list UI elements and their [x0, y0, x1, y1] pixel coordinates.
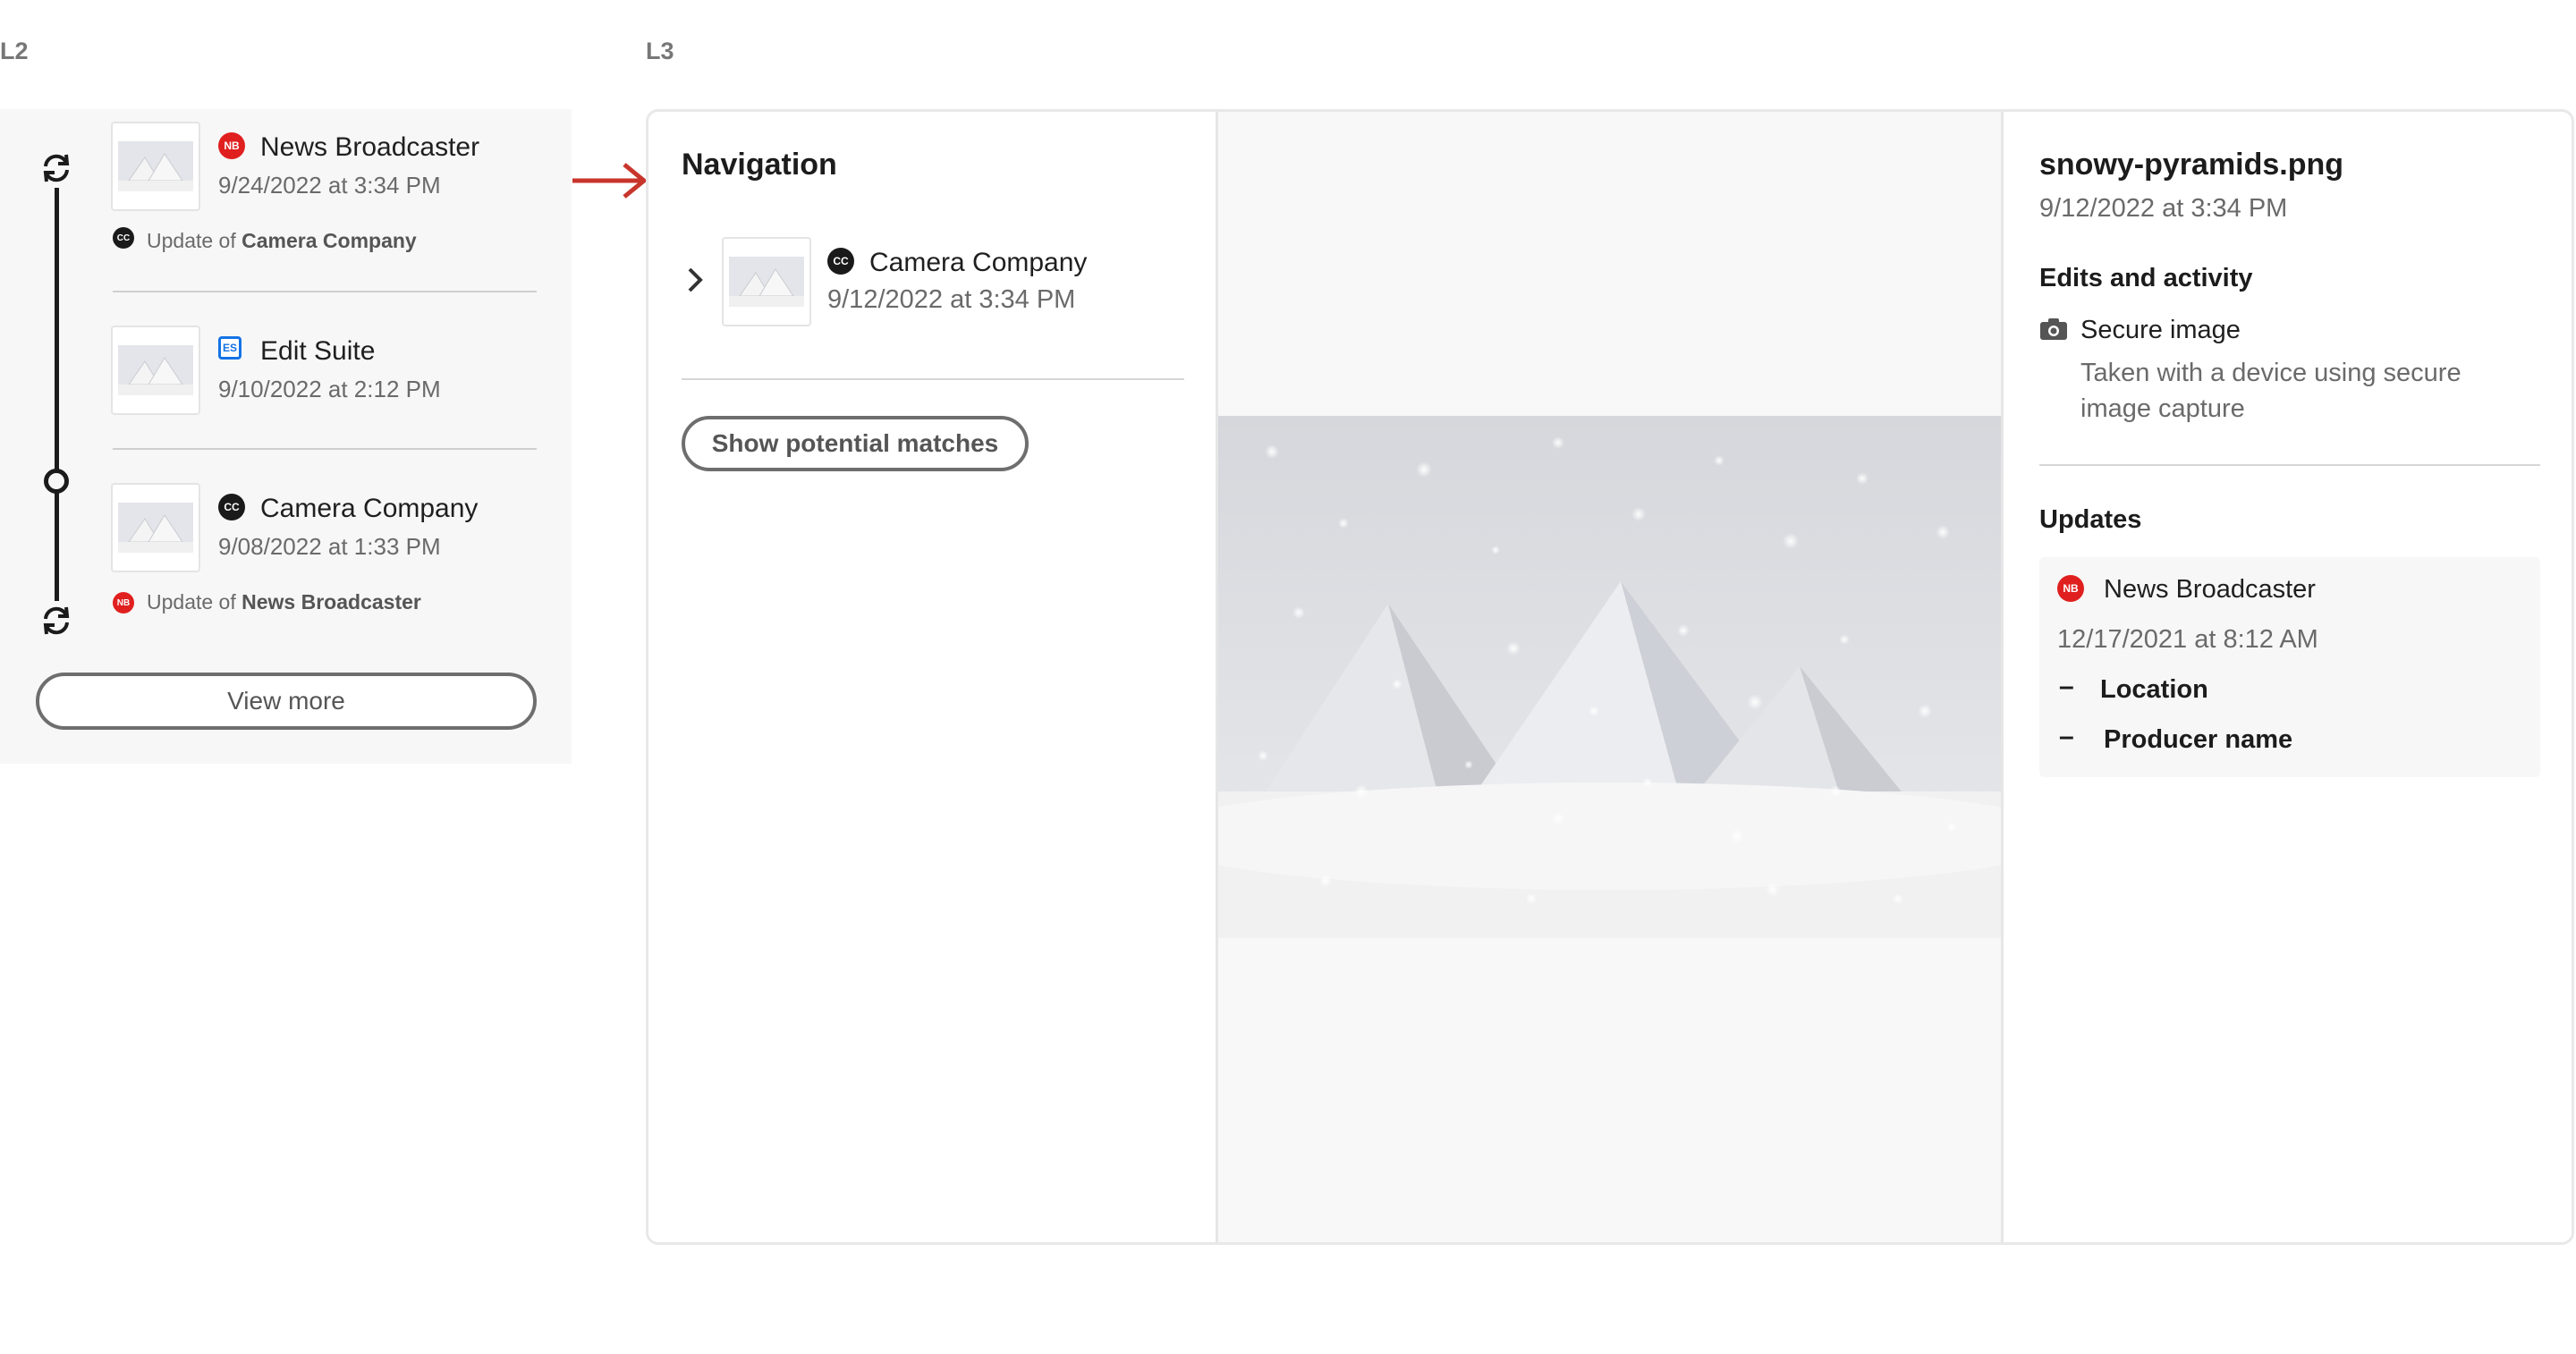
update-card[interactable]: NB News Broadcaster 12/17/2021 at 8:12 A…: [2039, 557, 2540, 777]
camera-company-badge: CC: [113, 227, 134, 249]
dash-icon: –: [2059, 722, 2074, 751]
edits-activity-heading: Edits and activity: [2039, 264, 2253, 292]
l2-history-panel: NB News Broadcaster 9/24/2022 at 3:34 PM…: [0, 109, 572, 764]
update-note: Update of News Broadcaster: [147, 590, 421, 614]
item-title: Edit Suite: [260, 336, 376, 366]
thumbnail-image: [111, 326, 200, 415]
file-name: snowy-pyramids.png: [2039, 148, 2344, 182]
sync-icon: [31, 148, 81, 188]
arrow-right-icon: [572, 163, 648, 199]
item-title: News Broadcaster: [260, 132, 480, 162]
camera-company-badge: CC: [827, 248, 854, 275]
navigation-item[interactable]: CC Camera Company 9/12/2022 at 3:34 PM: [675, 237, 1194, 335]
navigation-title: Navigation: [682, 148, 837, 182]
camera-icon: [2039, 317, 2068, 345]
divider: [682, 378, 1184, 380]
update-date: 12/17/2021 at 8:12 AM: [2057, 625, 2318, 654]
history-item[interactable]: NB News Broadcaster 9/24/2022 at 3:34 PM…: [111, 122, 558, 283]
timeline-node: [44, 469, 69, 494]
timeline-line: [55, 165, 59, 633]
chevron-right-icon[interactable]: [684, 264, 706, 300]
sync-icon: [31, 601, 81, 640]
secure-image-desc-line2: image capture: [2080, 394, 2245, 423]
item-date: 9/12/2022 at 3:34 PM: [827, 285, 1076, 314]
item-title: Camera Company: [260, 494, 479, 523]
divider: [113, 291, 537, 292]
item-date: 9/24/2022 at 3:34 PM: [218, 172, 441, 199]
snowy-pyramids-image: [1218, 416, 2001, 938]
news-broadcaster-badge: NB: [2057, 575, 2084, 602]
l3-window: Navigation CC Camera Company 9/12/2022 a…: [646, 109, 2574, 1245]
update-field: Location: [2100, 675, 2208, 704]
update-field: Producer name: [2104, 725, 2293, 754]
camera-company-badge: CC: [218, 494, 245, 520]
secure-image-desc-line1: Taken with a device using secure: [2080, 359, 2462, 387]
file-date: 9/12/2022 at 3:34 PM: [2039, 194, 2288, 223]
dash-icon: –: [2059, 672, 2074, 701]
show-potential-matches-button[interactable]: Show potential matches: [682, 416, 1029, 471]
news-broadcaster-badge: NB: [113, 592, 134, 614]
history-item[interactable]: ES Edit Suite 9/10/2022 at 2:12 PM: [111, 326, 558, 424]
navigation-pane: Navigation CC Camera Company 9/12/2022 a…: [648, 112, 1218, 1242]
thumbnail-image: [111, 122, 200, 211]
l3-label: L3: [646, 38, 674, 64]
updates-heading: Updates: [2039, 505, 2142, 534]
l2-label: L2: [0, 38, 29, 64]
item-title: Camera Company: [869, 248, 1088, 277]
update-org: News Broadcaster: [2104, 575, 2316, 604]
view-more-button[interactable]: View more: [36, 673, 537, 730]
thumbnail-image: [722, 237, 811, 326]
item-date: 9/10/2022 at 2:12 PM: [218, 376, 441, 402]
news-broadcaster-badge: NB: [218, 132, 245, 159]
details-pane: snowy-pyramids.png 9/12/2022 at 3:34 PM …: [2004, 112, 2572, 1242]
image-canvas: [1218, 112, 2004, 1242]
history-item[interactable]: CC Camera Company 9/08/2022 at 1:33 PM N…: [111, 483, 558, 644]
edit-suite-badge: ES: [218, 336, 242, 360]
thumbnail-image: [111, 483, 200, 572]
secure-image-title: Secure image: [2080, 316, 2241, 344]
divider: [2039, 464, 2540, 466]
divider: [113, 448, 537, 450]
update-note: Update of Camera Company: [147, 229, 417, 252]
item-date: 9/08/2022 at 1:33 PM: [218, 533, 441, 560]
